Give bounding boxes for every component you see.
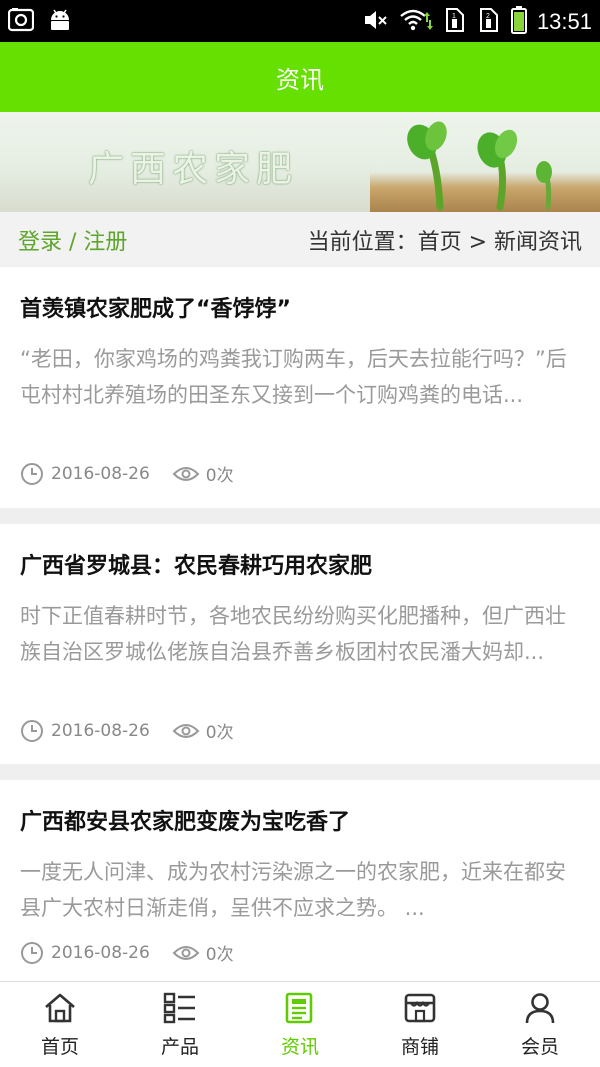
clock-icon (20, 719, 44, 743)
tab-label: 会员 (520, 1036, 559, 1058)
news-meta: 2016-08-26 0次 (20, 461, 234, 486)
svg-text:1: 1 (452, 13, 456, 20)
eye-icon (172, 721, 200, 741)
news-meta: 2016-08-26 0次 (20, 718, 234, 743)
breadcrumb: 当前位置：首页 > 新闻资讯 (307, 230, 582, 255)
news-date: 2016-08-26 (51, 942, 150, 963)
news-summary: 时下正值春耕时节，各地农民纷纷购买化肥播种，但广西壮族自治区罗城仫佬族自治县乔善… (20, 604, 566, 664)
user-icon (523, 992, 557, 1028)
tab-news[interactable]: 资讯 (240, 982, 360, 1067)
news-item[interactable]: 广西都安县农家肥变废为宝吃香了 一度无人问津、成为农村污染源之一的农家肥，近来在… (0, 780, 600, 981)
clock-icon (20, 462, 44, 486)
bottom-tab-bar: 首页 产品 资讯 商铺 会员 (0, 981, 600, 1067)
news-item[interactable]: 首羡镇农家肥成了“香饽饽” “老田，你家鸡场的鸡粪我订购两车，后天去拉能行吗？”… (0, 267, 600, 508)
tab-label: 产品 (160, 1036, 199, 1058)
sim2-signal-icon: 2 (477, 7, 501, 37)
tab-products[interactable]: 产品 (120, 982, 240, 1067)
news-title[interactable]: 广西省罗城县：农民春耕巧用农家肥 (20, 548, 372, 580)
screenshot-icon (7, 8, 35, 36)
sim1-signal-icon: 1 (443, 7, 467, 37)
eye-icon (172, 464, 200, 484)
news-summary: “老田，你家鸡场的鸡粪我订购两车，后天去拉能行吗？”后屯村村北养殖场的田圣东又接… (20, 347, 567, 407)
list-icon (163, 992, 197, 1028)
banner-title: 广西农家肥 (88, 149, 299, 190)
tab-label: 资讯 (280, 1036, 319, 1058)
page-title: 资讯 (276, 65, 324, 94)
news-views: 0次 (205, 466, 234, 486)
tab-member[interactable]: 会员 (480, 982, 600, 1067)
status-time: 13:51 (536, 9, 592, 34)
news-views: 0次 (205, 945, 234, 965)
tab-shops[interactable]: 商铺 (360, 982, 480, 1067)
shop-icon (403, 992, 437, 1028)
eye-icon (172, 943, 200, 963)
news-summary: 一度无人问津、成为农村污染源之一的农家肥，近来在都安县广大农村日渐走俏，呈供不应… (20, 860, 566, 920)
clock-icon (20, 941, 44, 965)
news-icon (283, 992, 317, 1028)
login-register-link[interactable]: 登录 / 注册 (18, 224, 127, 256)
breadcrumb-bar: 登录 / 注册 当前位置：首页 > 新闻资讯 (0, 212, 600, 266)
news-date: 2016-08-26 (51, 463, 150, 484)
app-bar: 资讯 (0, 42, 600, 112)
tab-label: 首页 (40, 1036, 79, 1058)
news-meta: 2016-08-26 0次 (20, 940, 234, 965)
home-icon (43, 992, 77, 1028)
wifi-icon (399, 8, 433, 36)
seedling-illustration (407, 121, 552, 211)
status-bar: 1 2 13:51 (0, 0, 600, 42)
banner-image: 广西农家肥 (0, 112, 600, 212)
android-icon (48, 8, 72, 36)
tab-home[interactable]: 首页 (0, 982, 120, 1067)
news-views: 0次 (205, 723, 234, 743)
tab-label: 商铺 (400, 1036, 439, 1058)
news-title[interactable]: 首羡镇农家肥成了“香饽饽” (20, 291, 291, 323)
mute-icon (363, 8, 389, 36)
news-date: 2016-08-26 (51, 720, 150, 741)
news-item[interactable]: 广西省罗城县：农民春耕巧用农家肥 时下正值春耕时节，各地农民纷纷购买化肥播种，但… (0, 524, 600, 764)
news-title[interactable]: 广西都安县农家肥变废为宝吃香了 (20, 804, 350, 836)
svg-text:2: 2 (486, 13, 490, 20)
battery-icon (510, 6, 527, 38)
